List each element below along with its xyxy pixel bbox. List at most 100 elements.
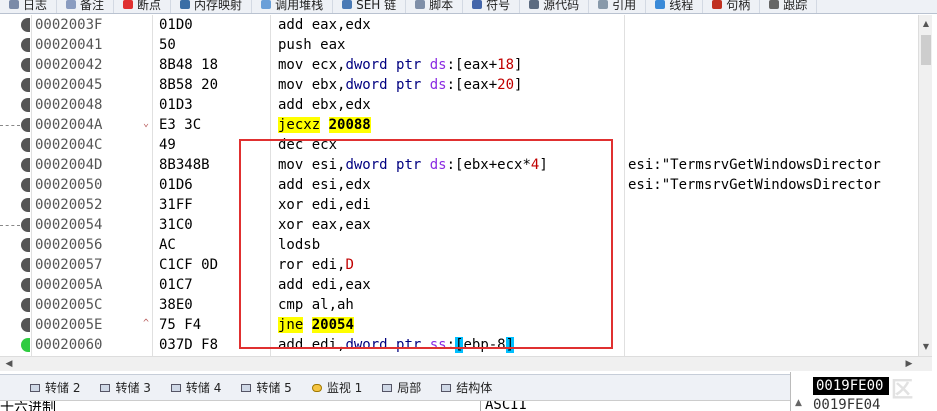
breakpoint-marker-icon[interactable]	[21, 278, 30, 292]
disasm-row[interactable]: 00020041 50 push eax	[0, 35, 918, 55]
top-tabs: 日志 备注 断点 内存映射 调用堆栈 SEH 链 脚本 符号 源代码 引用 线程 句柄 跟踪	[0, 0, 818, 13]
disasm-row[interactable]: 00020050 01D6 add esi,edx esi:"TermsrvGetWi…	[0, 175, 918, 195]
row-address: 0002003F	[35, 17, 103, 33]
breakpoint-marker-icon[interactable]	[21, 58, 30, 72]
breakpoint-marker-icon[interactable]	[21, 98, 30, 112]
tab-6[interactable]: 脚本	[406, 0, 464, 13]
disasm-row[interactable]: 0002005A 01C7 add edi,eax	[0, 275, 918, 295]
row-address: 00020048	[35, 97, 103, 113]
tab-label: 跟踪	[783, 0, 808, 12]
tab-9[interactable]: 引用	[589, 0, 647, 13]
dump-tab-5[interactable]: 局部	[372, 377, 431, 399]
stack-pane[interactable]: 0019FE00 ▲ 0019FE04 区	[790, 372, 937, 411]
breakpoint-marker-icon[interactable]	[21, 178, 30, 192]
dump-tab-4[interactable]: 监视 1	[302, 377, 372, 399]
disasm-row[interactable]: 00020057 C1CF 0D ror edi,D	[0, 255, 918, 275]
tab-label: 源代码	[543, 0, 580, 12]
tab-4[interactable]: 调用堆栈	[252, 0, 334, 13]
dump-tab-1[interactable]: 转储 3	[90, 377, 160, 399]
tab-icon	[769, 0, 780, 9]
tab-2[interactable]: 断点	[114, 0, 172, 13]
disasm-row[interactable]: 0002005E ^ 75 F4 jne 20054	[0, 315, 918, 335]
tab-label: 内存映射	[194, 0, 243, 12]
row-address: 00020056	[35, 237, 103, 253]
disasm-row[interactable]: 0002003F 01D0 add eax,edx	[0, 15, 918, 35]
disassembly-pane[interactable]: 0002003F 01D0 add eax,edx 00020041 50 push ea…	[0, 15, 932, 356]
disasm-row[interactable]: 0002005C 38E0 cmp al,ah	[0, 295, 918, 315]
tab-10[interactable]: 线程	[646, 0, 704, 13]
dump-tab-3[interactable]: 转储 5	[231, 377, 301, 399]
row-instruction: jecxz 20088	[278, 115, 371, 135]
row-bytes: 38E0	[159, 297, 193, 313]
dump-tab-2[interactable]: 转储 4	[161, 377, 231, 399]
tab-5[interactable]: SEH 链	[333, 0, 407, 13]
disasm-row[interactable]: 00020060 037D F8 add edi,dword ptr ss:[ebp…	[0, 335, 918, 355]
breakpoint-marker-icon[interactable]	[21, 118, 30, 132]
horizontal-scrollbar[interactable]: ◀ ▶	[0, 356, 932, 371]
breakpoint-marker-icon[interactable]	[21, 218, 30, 232]
disasm-row[interactable]: 0002004C 49 dec ecx	[0, 135, 918, 155]
jump-arrow-line	[0, 225, 20, 226]
row-instruction: lodsb	[278, 237, 321, 253]
breakpoint-marker-icon[interactable]	[21, 238, 30, 252]
breakpoint-marker-icon[interactable]	[21, 318, 30, 332]
breakpoint-marker-icon[interactable]	[21, 198, 30, 212]
stack-next-address[interactable]: 0019FE04	[813, 397, 880, 411]
tab-0[interactable]: 日志	[0, 0, 58, 13]
breakpoint-marker-icon[interactable]	[21, 138, 30, 152]
row-instruction: mov ecx,dword ptr ds:[eax+18]	[278, 57, 523, 73]
row-bytes: 49	[159, 137, 176, 153]
tab-label: 句柄	[726, 0, 751, 12]
disasm-row[interactable]: 00020045 8B58 20 mov ebx,dword ptr ds:[eax…	[0, 75, 918, 95]
scroll-left-icon[interactable]: ◀	[2, 357, 16, 371]
disasm-row[interactable]: 00020054 31C0 xor eax,eax	[0, 215, 918, 235]
breakpoint-marker-icon[interactable]	[21, 78, 30, 92]
tab-11[interactable]: 句柄	[703, 0, 761, 13]
breakpoint-marker-icon[interactable]	[21, 38, 30, 52]
breakpoint-marker-icon[interactable]	[21, 158, 30, 172]
breakpoint-marker-icon[interactable]	[21, 298, 30, 312]
dump-tab-label: 转储 5	[256, 381, 292, 395]
tab-12[interactable]: 跟踪	[760, 0, 818, 13]
breakpoint-marker-icon[interactable]	[21, 338, 30, 352]
dump-icon	[100, 383, 111, 392]
dump-tab-6[interactable]: 结构体	[431, 377, 502, 399]
disasm-row[interactable]: 0002004D 8B348B mov esi,dword ptr ds:[ebx+…	[0, 155, 918, 175]
tab-7[interactable]: 符号	[463, 0, 521, 13]
disasm-row[interactable]: 0002004A ⌄ E3 3C jecxz 20088	[0, 115, 918, 135]
breakpoint-marker-icon[interactable]	[21, 18, 30, 32]
dump-tab-0[interactable]: 转储 2	[20, 377, 90, 399]
row-address: 00020057	[35, 257, 103, 273]
dump-icon	[170, 383, 181, 392]
row-bytes: 8B348B	[159, 157, 210, 173]
disasm-row[interactable]: 00020048 01D3 add ebx,edx	[0, 95, 918, 115]
scroll-thumb[interactable]	[921, 35, 931, 65]
row-instruction: jne 20054	[278, 315, 354, 335]
row-bytes: 75 F4	[159, 317, 202, 333]
tab-icon	[712, 0, 723, 9]
disasm-row[interactable]: 00020052 31FF xor edi,edi	[0, 195, 918, 215]
breakpoint-marker-icon[interactable]	[21, 258, 30, 272]
tab-label: 脚本	[429, 0, 454, 12]
tab-3[interactable]: 内存映射	[171, 0, 253, 13]
tab-8[interactable]: 源代码	[520, 0, 590, 13]
scroll-up-icon[interactable]: ▲	[919, 17, 933, 31]
row-bytes: C1CF 0D	[159, 257, 219, 273]
scroll-right-icon[interactable]: ▶	[902, 357, 916, 371]
row-instruction: add edi,eax	[278, 277, 371, 293]
dump-header: 十六进制 ASCII	[0, 400, 790, 411]
jump-target[interactable]: 20088	[328, 117, 371, 133]
disasm-row[interactable]: 00020042 8B48 18 mov ecx,dword ptr ds:[eax…	[0, 55, 918, 75]
scroll-down-icon[interactable]: ▼	[919, 340, 933, 354]
jump-target[interactable]: 20054	[311, 317, 354, 333]
dump-tab-label: 局部	[397, 381, 422, 395]
tab-label: 引用	[612, 0, 637, 12]
row-bytes: E3 3C	[159, 117, 202, 133]
stack-top-address[interactable]: 0019FE00	[813, 377, 889, 395]
vertical-scrollbar[interactable]: ▲ ▼	[918, 15, 932, 356]
tab-1[interactable]: 备注	[57, 0, 115, 13]
row-instruction: dec ecx	[278, 137, 338, 153]
disasm-row[interactable]: 00020056 AC lodsb	[0, 235, 918, 255]
row-instruction: push eax	[278, 37, 346, 53]
tab-label: 断点	[137, 0, 162, 12]
